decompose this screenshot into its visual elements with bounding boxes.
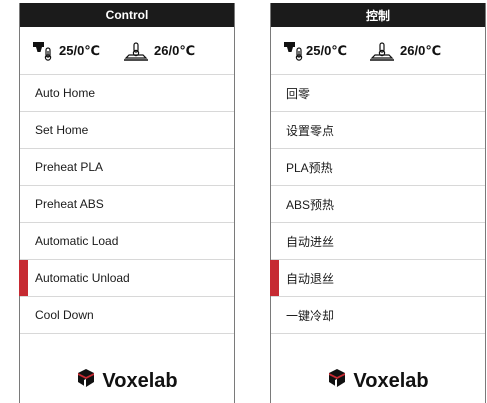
nozzle-temp-value: 25/0℃	[59, 42, 101, 58]
menu-item-label: Preheat ABS	[35, 197, 104, 211]
menu-item-label: Preheat PLA	[35, 160, 104, 174]
title-bar: Control	[20, 3, 234, 27]
menu-item-automatic-unload[interactable]: Automatic Unload	[19, 260, 234, 297]
bed-temperature: 26/0℃	[369, 41, 441, 61]
menu-item-cool-down[interactable]: Cool Down	[20, 297, 234, 334]
menu-item-label: 自动退丝	[286, 271, 335, 286]
voxelab-logo-icon	[76, 368, 102, 394]
nozzle-temperature: 25/0℃	[283, 41, 347, 61]
control-panel-zh: 控制 25/0℃ 26/0℃ 回零 设置零点 PLA预热 ABS预热 自动进丝 …	[270, 3, 486, 403]
menu-item-label: Auto Home	[35, 86, 96, 100]
menu-item-label: Cool Down	[35, 308, 94, 322]
menu-item-set-home[interactable]: Set Home	[20, 112, 234, 149]
control-panel-en: Control 25/0℃ 26/0℃ Auto Home Set Home P…	[19, 3, 235, 403]
menu-item-preheat-pla[interactable]: Preheat PLA	[20, 149, 234, 186]
logo-text: Voxelab	[102, 369, 178, 392]
menu-item-label: 一键冷却	[286, 308, 335, 323]
temperature-bar: 25/0℃ 26/0℃	[20, 27, 234, 75]
menu-item-label: 设置零点	[286, 123, 335, 138]
menu-item-set-home[interactable]: 设置零点	[271, 112, 485, 149]
menu-item-label: Automatic Load	[35, 234, 119, 248]
voxelab-logo: Voxelab	[271, 368, 485, 394]
voxelab-logo-icon	[327, 368, 353, 394]
menu-item-label: 回零	[286, 86, 311, 101]
menu-item-label: Automatic Unload	[35, 271, 130, 285]
bed-icon	[369, 41, 395, 61]
bed-icon	[123, 41, 149, 61]
menu-item-automatic-load[interactable]: 自动进丝	[271, 223, 485, 260]
bed-temperature: 26/0℃	[123, 41, 195, 61]
temperature-bar: 25/0℃ 26/0℃	[271, 27, 485, 75]
menu-item-preheat-abs[interactable]: Preheat ABS	[20, 186, 234, 223]
menu-item-label: Set Home	[35, 123, 89, 137]
page-title: Control	[105, 8, 149, 22]
title-bar: 控制	[271, 3, 485, 27]
nozzle-temp-value: 25/0℃	[306, 42, 348, 58]
voxelab-logo: Voxelab	[20, 368, 234, 394]
page-title: 控制	[365, 8, 390, 23]
nozzle-icon	[32, 41, 54, 61]
menu-item-auto-home[interactable]: 回零	[271, 75, 485, 112]
menu-item-automatic-unload[interactable]: 自动退丝	[270, 260, 485, 297]
logo-text: Voxelab	[353, 369, 429, 392]
menu-item-auto-home[interactable]: Auto Home	[20, 75, 234, 112]
bed-temp-value: 26/0℃	[154, 42, 196, 58]
menu-item-label: ABS预热	[286, 197, 335, 212]
menu-item-label: 自动进丝	[286, 234, 335, 249]
menu-item-preheat-pla[interactable]: PLA预热	[271, 149, 485, 186]
menu-item-automatic-load[interactable]: Automatic Load	[20, 223, 234, 260]
nozzle-icon	[283, 41, 305, 61]
nozzle-temperature: 25/0℃	[32, 41, 100, 61]
bed-temp-value: 26/0℃	[400, 42, 442, 58]
menu-item-label: PLA预热	[286, 160, 333, 175]
menu-item-cool-down[interactable]: 一键冷却	[271, 297, 485, 334]
menu-item-preheat-abs[interactable]: ABS预热	[271, 186, 485, 223]
